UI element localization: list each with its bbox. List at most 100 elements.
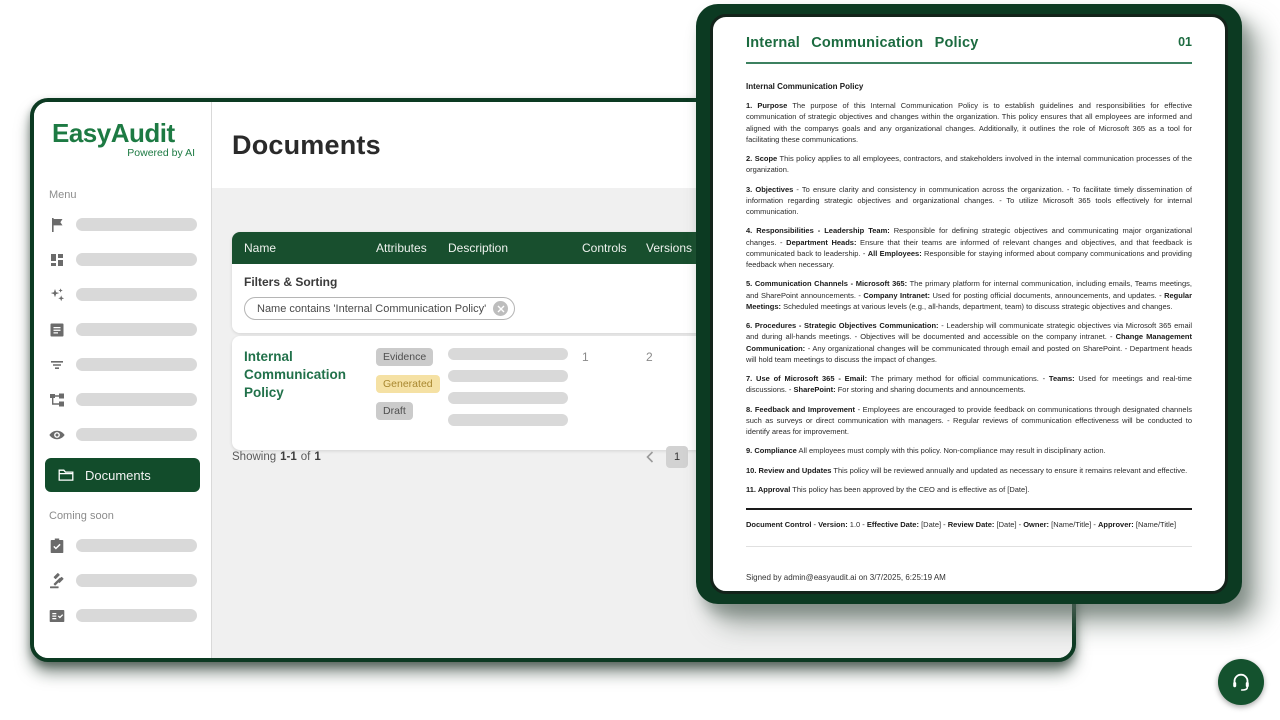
flag-icon	[48, 216, 66, 234]
policy-paragraph: 7. Use of Microsoft 365 - Email: The pri…	[746, 373, 1192, 396]
skeleton-bar	[76, 253, 197, 266]
sidebar-item-skeleton-2[interactable]	[34, 242, 211, 277]
documents-table: NameAttributesDescriptionControlsVersion…	[232, 232, 708, 333]
skeleton-bar	[76, 609, 197, 622]
attribute-badges: Evidence Generated Draft	[376, 348, 448, 436]
filter-lines-icon	[48, 356, 66, 374]
policy-paragraph: 4. Responsibilities - Leadership Team: R…	[746, 225, 1192, 270]
clipboard-check-icon	[48, 537, 66, 555]
column-header: Name	[244, 241, 376, 255]
document-header: Internal Communication Policy 01	[746, 35, 1192, 51]
gavel-icon	[48, 572, 66, 590]
fact-check-icon	[48, 607, 66, 625]
filters-label: Filters & Sorting	[244, 275, 696, 289]
skeleton-bar	[448, 414, 568, 426]
showing-total: 1	[314, 451, 320, 463]
policy-document-card: Internal Communication Policy 01 Interna…	[710, 14, 1228, 594]
policy-paragraph: 3. Objectives - To ensure clarity and co…	[746, 184, 1192, 218]
attribute-badge: Draft	[376, 402, 413, 420]
skeleton-bar	[76, 539, 197, 552]
column-header: Controls	[582, 241, 646, 255]
sidebar-item-skeleton-9[interactable]	[34, 563, 211, 598]
policy-body: 1. Purpose The purpose of this Internal …	[746, 100, 1192, 495]
policy-paragraph: 10. Review and Updates This policy will …	[746, 465, 1192, 476]
sidebar-item-label: Documents	[85, 468, 151, 483]
page: EasyAudit Powered by AI Menu	[0, 0, 1280, 720]
title-divider	[746, 62, 1192, 64]
document-heading: Internal Communication Policy	[746, 82, 1192, 91]
showing-text: Showing 1-1 of 1	[232, 451, 321, 463]
document-name-link[interactable]: Internal Communication Policy	[244, 348, 376, 436]
skeleton-bar	[76, 323, 197, 336]
showing-range: 1-1	[280, 451, 297, 463]
sidebar-item-skeleton-10[interactable]	[34, 598, 211, 633]
description-skeleton	[448, 348, 582, 436]
skeleton-bar	[76, 288, 197, 301]
eye-icon	[48, 426, 66, 444]
attribute-badge: Generated	[376, 375, 440, 393]
folder-icon	[57, 466, 75, 484]
app-logo: EasyAudit Powered by AI	[34, 102, 211, 159]
signature-divider	[746, 546, 1192, 547]
skeleton-bar	[76, 393, 197, 406]
sidebar-item-skeleton-8[interactable]	[34, 528, 211, 563]
policy-paragraph: 6. Procedures - Strategic Objectives Com…	[746, 320, 1192, 365]
signature-scribble	[752, 592, 932, 594]
sidebar-item-skeleton-3[interactable]	[34, 277, 211, 312]
close-icon	[497, 305, 505, 313]
skeleton-bar	[76, 428, 197, 441]
filters-section: Filters & Sorting Name contains 'Interna…	[232, 264, 708, 333]
policy-paragraph: 11. Approval This policy has been approv…	[746, 484, 1192, 495]
showing-prefix: Showing	[232, 451, 276, 463]
policy-paragraph: 9. Compliance All employees must comply …	[746, 445, 1192, 456]
column-header: Attributes	[376, 241, 448, 255]
policy-paragraph: 2. Scope This policy applies to all empl…	[746, 153, 1192, 176]
policy-paragraph: 1. Purpose The purpose of this Internal …	[746, 100, 1192, 145]
table-header-row: NameAttributesDescriptionControlsVersion…	[232, 232, 708, 264]
support-chat-button[interactable]	[1218, 659, 1264, 705]
table-row[interactable]: Internal Communication Policy Evidence Ge…	[232, 336, 708, 450]
sidebar-item-skeleton-5[interactable]	[34, 347, 211, 382]
signed-by-line: Signed by admin@easyaudit.ai on 3/7/2025…	[746, 573, 1192, 582]
controls-count: 1	[582, 348, 646, 436]
document-title: Internal Communication Policy	[746, 35, 979, 51]
skeleton-bar	[448, 392, 568, 404]
coming-soon-label: Coming soon	[49, 510, 211, 522]
logo-subtitle: Powered by AI	[52, 147, 197, 159]
skeleton-bar	[448, 370, 568, 382]
chevron-left-icon	[646, 451, 654, 463]
skeleton-bar	[76, 218, 197, 231]
skeleton-bar	[76, 358, 197, 371]
sidebar-item-documents[interactable]: Documents	[45, 458, 200, 492]
headset-icon	[1229, 670, 1253, 694]
sidebar-item-skeleton-1[interactable]	[34, 207, 211, 242]
filter-chip[interactable]: Name contains 'Internal Communication Po…	[244, 297, 515, 320]
sidebar-item-skeleton-4[interactable]	[34, 312, 211, 347]
dashboard-icon	[48, 251, 66, 269]
attribute-badge: Evidence	[376, 348, 433, 366]
filter-chip-remove-button[interactable]	[493, 301, 508, 316]
article-icon	[48, 321, 66, 339]
versions-count: 2	[646, 348, 696, 436]
logo-title: EasyAudit	[52, 120, 197, 146]
policy-paragraph: 8. Feedback and Improvement - Employees …	[746, 404, 1192, 438]
pagination: Showing 1-1 of 1 1	[232, 446, 708, 468]
column-header: Description	[448, 241, 582, 255]
policy-paragraph: 5. Communication Channels - Microsoft 36…	[746, 278, 1192, 312]
sidebar-item-skeleton-7[interactable]	[34, 417, 211, 452]
skeleton-bar	[448, 348, 568, 360]
document-page-number: 01	[1178, 35, 1192, 49]
current-page-button[interactable]: 1	[666, 446, 688, 468]
footer-divider	[746, 508, 1192, 510]
sidebar-item-skeleton-6[interactable]	[34, 382, 211, 417]
document-control-line: Document Control - Version: 1.0 - Effect…	[746, 520, 1192, 529]
skeleton-bar	[76, 574, 197, 587]
page-title: Documents	[232, 130, 381, 161]
column-header: Versions	[646, 241, 696, 255]
menu-section-label: Menu	[49, 189, 211, 201]
filter-chip-label: Name contains 'Internal Communication Po…	[257, 303, 486, 315]
sidebar: EasyAudit Powered by AI Menu	[34, 102, 212, 658]
org-chart-icon	[48, 391, 66, 409]
prev-page-button[interactable]	[646, 451, 654, 463]
showing-of: of	[301, 451, 311, 463]
